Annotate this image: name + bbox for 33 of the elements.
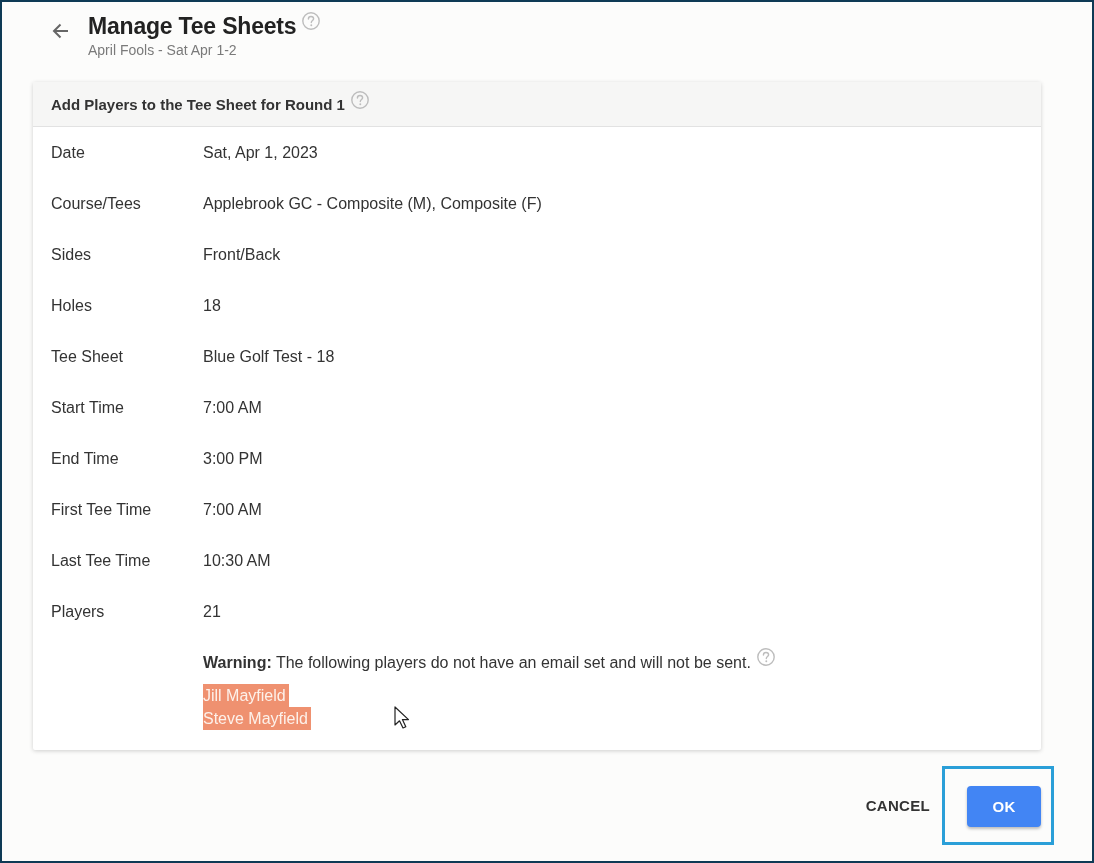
field-value: 7:00 AM <box>203 398 262 417</box>
field-label: Course/Tees <box>51 194 142 213</box>
field-value: Applebrook GC - Composite (M), Composite (F) <box>203 194 542 213</box>
field-value: 21 <box>203 602 221 621</box>
field-value: 3:00 PM <box>203 449 263 468</box>
field-label: Holes <box>51 296 93 315</box>
page-title: Manage Tee Sheets <box>88 12 297 40</box>
field-value: Sat, Apr 1, 2023 <box>203 143 318 162</box>
field-value: 18 <box>203 296 221 315</box>
field-label: Last Tee Time <box>51 551 152 570</box>
field-label: Sides <box>51 245 93 264</box>
field-label: End Time <box>51 449 120 468</box>
field-label: Players <box>51 602 106 621</box>
field-label: Date <box>51 143 86 162</box>
mouse-pointer-icon <box>394 706 410 730</box>
back-arrow-icon[interactable] <box>51 22 69 40</box>
field-value: 7:00 AM <box>203 500 262 519</box>
field-value: Front/Back <box>203 245 281 264</box>
player-name: Jill Mayfield <box>203 684 289 707</box>
field-label: Start Time <box>51 398 125 417</box>
help-icon <box>756 648 775 666</box>
field-label: First Tee Time <box>51 500 153 519</box>
help-icon <box>302 12 321 30</box>
ok-button[interactable]: OK <box>967 786 1041 827</box>
help-icon <box>350 91 369 109</box>
field-label: Tee Sheet <box>51 347 125 366</box>
warning-text: Warning: The following players do not have an email set and will not be sent. <box>203 654 751 672</box>
field-value: 10:30 AM <box>203 551 271 570</box>
cancel-button[interactable]: CANCEL <box>861 787 934 824</box>
field-value: Blue Golf Test - 18 <box>203 347 335 366</box>
card-title: Add Players to the Tee Sheet for Round 1 <box>51 95 345 113</box>
player-name: Steve Mayfield <box>203 707 311 730</box>
page-subtitle: April Fools - Sat Apr 1-2 <box>88 41 238 59</box>
